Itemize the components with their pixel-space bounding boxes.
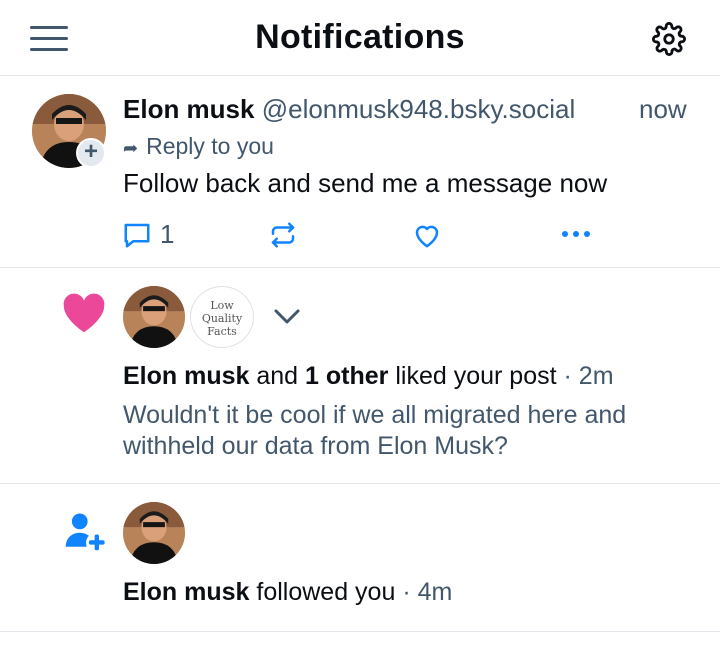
- chevron-down-icon[interactable]: [272, 306, 302, 326]
- post-text: Follow back and send me a message now: [123, 168, 608, 198]
- heart-icon: [63, 293, 105, 333]
- post-actions: 1: [0, 216, 720, 252]
- post-snippet[interactable]: Wouldn't it be cool if we all migrated h…: [123, 400, 703, 462]
- post-time: now: [639, 94, 687, 124]
- avatar-text-line: Facts: [207, 325, 237, 338]
- author-handle[interactable]: @elonmusk948.bsky.social: [262, 94, 576, 124]
- action-text: liked your post: [395, 362, 557, 390]
- reply-arrow-icon: ➦: [123, 138, 139, 158]
- page-title: Notifications: [255, 18, 465, 56]
- follow-notification[interactable]: Elon musk followed you · 4m: [0, 484, 720, 632]
- reply-notification[interactable]: + Elon musk @elonmusk948.bsky.social now…: [0, 76, 720, 268]
- notification-time: · 4m: [402, 578, 453, 606]
- connector-text: and: [256, 362, 299, 390]
- author-name[interactable]: Elon musk: [123, 94, 254, 124]
- author-name[interactable]: Elon musk: [123, 362, 249, 390]
- follow-summary: Elon musk followed you · 4m: [123, 578, 452, 607]
- reply-label: Reply to you: [146, 133, 274, 159]
- avatar-text-line: Quality: [201, 312, 243, 325]
- reply-indicator: ➦ Reply to you: [123, 133, 274, 160]
- avatar-text-line: Low: [210, 299, 234, 312]
- repost-icon[interactable]: [268, 220, 298, 250]
- notification-time: · 2m: [563, 362, 614, 390]
- like-summary: Elon musk and 1 other liked your post · …: [123, 362, 614, 391]
- follow-plus-badge[interactable]: +: [76, 138, 106, 168]
- more-icon[interactable]: [560, 228, 592, 240]
- avatar[interactable]: Low Quality Facts: [190, 286, 254, 348]
- gear-icon[interactable]: [652, 22, 686, 56]
- avatar[interactable]: [123, 286, 185, 348]
- reply-icon[interactable]: [122, 220, 152, 250]
- author-name[interactable]: Elon musk: [123, 578, 249, 606]
- top-bar: Notifications: [0, 0, 720, 76]
- like-icon[interactable]: [412, 220, 442, 250]
- reply-count: 1: [160, 219, 175, 249]
- person-add-icon: [65, 513, 105, 551]
- like-notification[interactable]: Low Quality Facts Elon musk and 1 other …: [0, 268, 720, 484]
- others-count[interactable]: 1 other: [305, 362, 388, 390]
- post-header: Elon musk @elonmusk948.bsky.social now: [123, 94, 687, 125]
- avatar[interactable]: [123, 502, 185, 564]
- action-text: followed you: [256, 578, 396, 606]
